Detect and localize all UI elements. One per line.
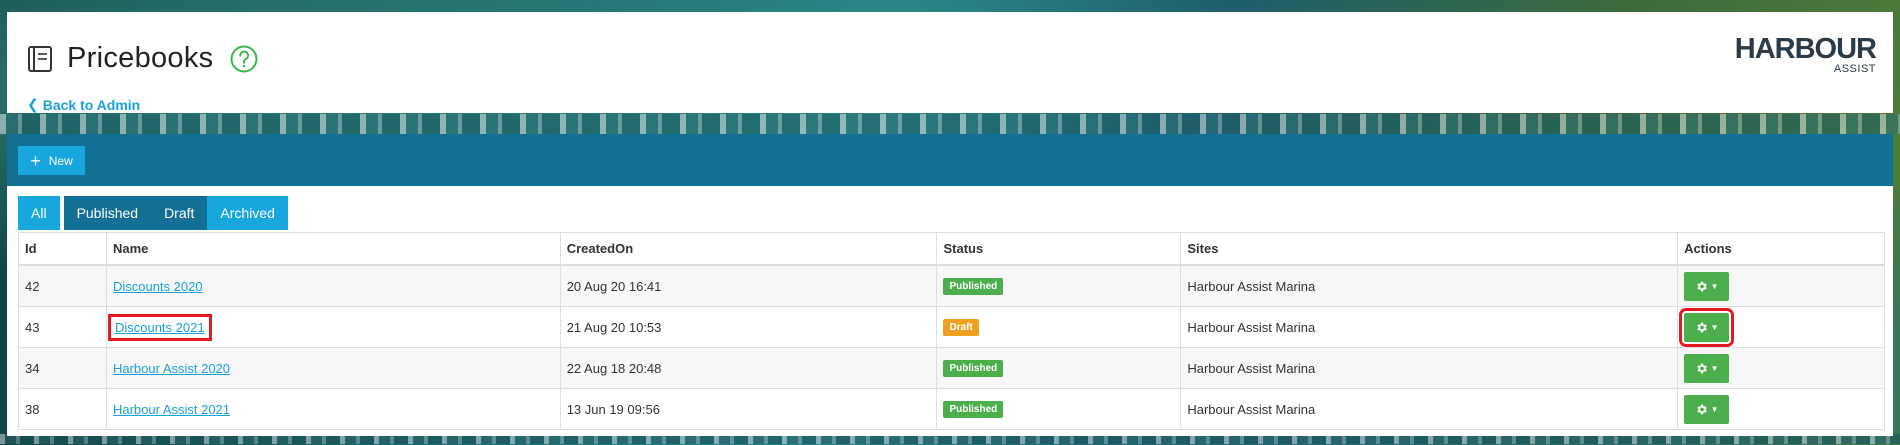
- tab-label: Archived: [220, 205, 275, 221]
- gear-icon: [1696, 322, 1707, 332]
- logo-main: HARBOUR: [1734, 33, 1877, 65]
- cell-id: 34: [18, 347, 107, 389]
- cell-site: Harbour Assist Marina: [1180, 347, 1679, 389]
- pricebook-name-link[interactable]: Harbour Assist 2021: [113, 402, 230, 417]
- cell-actions: ▼: [1677, 388, 1885, 430]
- status-filter-tabs: All Published Draft Archived: [18, 196, 288, 230]
- table-row: 34 Harbour Assist 2020 22 Aug 18 20:48 P…: [18, 347, 1885, 389]
- cell-created: 13 Jun 19 09:56: [559, 388, 938, 430]
- book-icon: [28, 45, 52, 72]
- column-header-actions: Actions: [1677, 232, 1885, 266]
- pricebook-name-link[interactable]: Discounts 2021: [115, 320, 205, 335]
- cell-site: Harbour Assist Marina: [1180, 306, 1679, 348]
- title-row: Pricebooks: [25, 42, 259, 75]
- column-header-id[interactable]: Id: [18, 232, 107, 266]
- help-circle-icon[interactable]: [229, 44, 259, 74]
- column-header-name[interactable]: Name: [105, 232, 561, 266]
- cell-name: Harbour Assist 2020: [105, 347, 561, 389]
- actions-dropdown-button[interactable]: ▼: [1684, 353, 1730, 383]
- status-badge: Published: [943, 401, 1004, 418]
- gear-icon: [1696, 281, 1707, 291]
- pricebooks-table: Id Name CreatedOn Status Sites Actions 4…: [18, 232, 1885, 430]
- new-button[interactable]: + New: [18, 146, 85, 175]
- status-badge: Published: [943, 278, 1004, 295]
- tab-draft[interactable]: Draft: [151, 196, 208, 230]
- table-row: 42 Discounts 2020 20 Aug 20 16:41 Publis…: [18, 264, 1885, 307]
- cell-created: 21 Aug 20 10:53: [559, 306, 938, 348]
- caret-down-icon: ▼: [1710, 404, 1719, 414]
- column-header-sites[interactable]: Sites: [1180, 232, 1679, 266]
- cell-site: Harbour Assist Marina: [1180, 388, 1679, 430]
- cell-created: 22 Aug 18 20:48: [559, 347, 938, 389]
- page-title: Pricebooks: [67, 42, 214, 74]
- cell-status: Published: [936, 347, 1182, 389]
- cell-actions: ▼: [1677, 306, 1885, 348]
- cell-status: Published: [936, 388, 1182, 430]
- pricebooks-panel: All Published Draft Archived Id Name Cre…: [7, 186, 1893, 436]
- toolbar: + New: [7, 134, 1893, 186]
- chevron-left-icon: ❮: [27, 96, 39, 112]
- caret-down-icon: ▼: [1710, 363, 1719, 373]
- new-button-label: New: [48, 153, 73, 168]
- tab-published[interactable]: Published: [63, 196, 152, 230]
- cell-id: 38: [18, 388, 107, 430]
- plus-icon: +: [30, 150, 41, 171]
- cell-name: Harbour Assist 2021: [105, 388, 561, 430]
- caret-down-icon: ▼: [1710, 322, 1719, 332]
- cell-name: Discounts 2020: [105, 264, 561, 307]
- cell-site: Harbour Assist Marina: [1180, 264, 1679, 307]
- caret-down-icon: ▼: [1710, 281, 1719, 291]
- cell-actions: ▼: [1677, 264, 1885, 307]
- cell-status: Published: [936, 264, 1182, 307]
- actions-dropdown-button[interactable]: ▼: [1679, 307, 1735, 347]
- gear-icon: [1696, 363, 1707, 373]
- status-badge: Published: [943, 360, 1004, 377]
- logo-sub: ASSIST: [1833, 63, 1876, 75]
- tab-label: Draft: [164, 205, 195, 221]
- back-link-label: Back to Admin: [42, 96, 141, 113]
- background-image: [0, 114, 1900, 134]
- tab-all[interactable]: All: [18, 196, 60, 230]
- cell-name: Discounts 2021: [105, 306, 561, 348]
- page-header: Pricebooks ❮ Back to Admin HARBOUR ASSIS…: [7, 12, 1893, 113]
- gear-icon: [1696, 404, 1707, 414]
- column-header-createdon[interactable]: CreatedOn: [559, 232, 938, 266]
- harbour-assist-logo: HARBOUR ASSIST: [1734, 33, 1877, 75]
- cell-created: 20 Aug 20 16:41: [559, 264, 938, 307]
- table-header-row: Id Name CreatedOn Status Sites Actions: [18, 232, 1885, 266]
- pricebook-name-link[interactable]: Harbour Assist 2020: [113, 361, 230, 376]
- tab-label: All: [31, 205, 47, 221]
- back-to-admin-link[interactable]: ❮ Back to Admin: [27, 96, 140, 113]
- status-badge: Draft: [943, 319, 979, 336]
- table-row: 38 Harbour Assist 2021 13 Jun 19 09:56 P…: [18, 388, 1885, 430]
- highlight-box: Discounts 2021: [107, 313, 212, 341]
- column-header-status[interactable]: Status: [936, 232, 1182, 266]
- cell-status: Draft: [936, 306, 1182, 348]
- pricebook-name-link[interactable]: Discounts 2020: [113, 279, 203, 294]
- table-row: 43 Discounts 2021 21 Aug 20 10:53 Draft …: [18, 306, 1885, 348]
- actions-dropdown-button[interactable]: ▼: [1684, 271, 1730, 301]
- cell-id: 42: [18, 264, 107, 307]
- cell-actions: ▼: [1677, 347, 1885, 389]
- tab-archived[interactable]: Archived: [207, 196, 288, 230]
- tab-label: Published: [76, 205, 139, 221]
- cell-id: 43: [18, 306, 107, 348]
- actions-dropdown-button[interactable]: ▼: [1684, 394, 1730, 424]
